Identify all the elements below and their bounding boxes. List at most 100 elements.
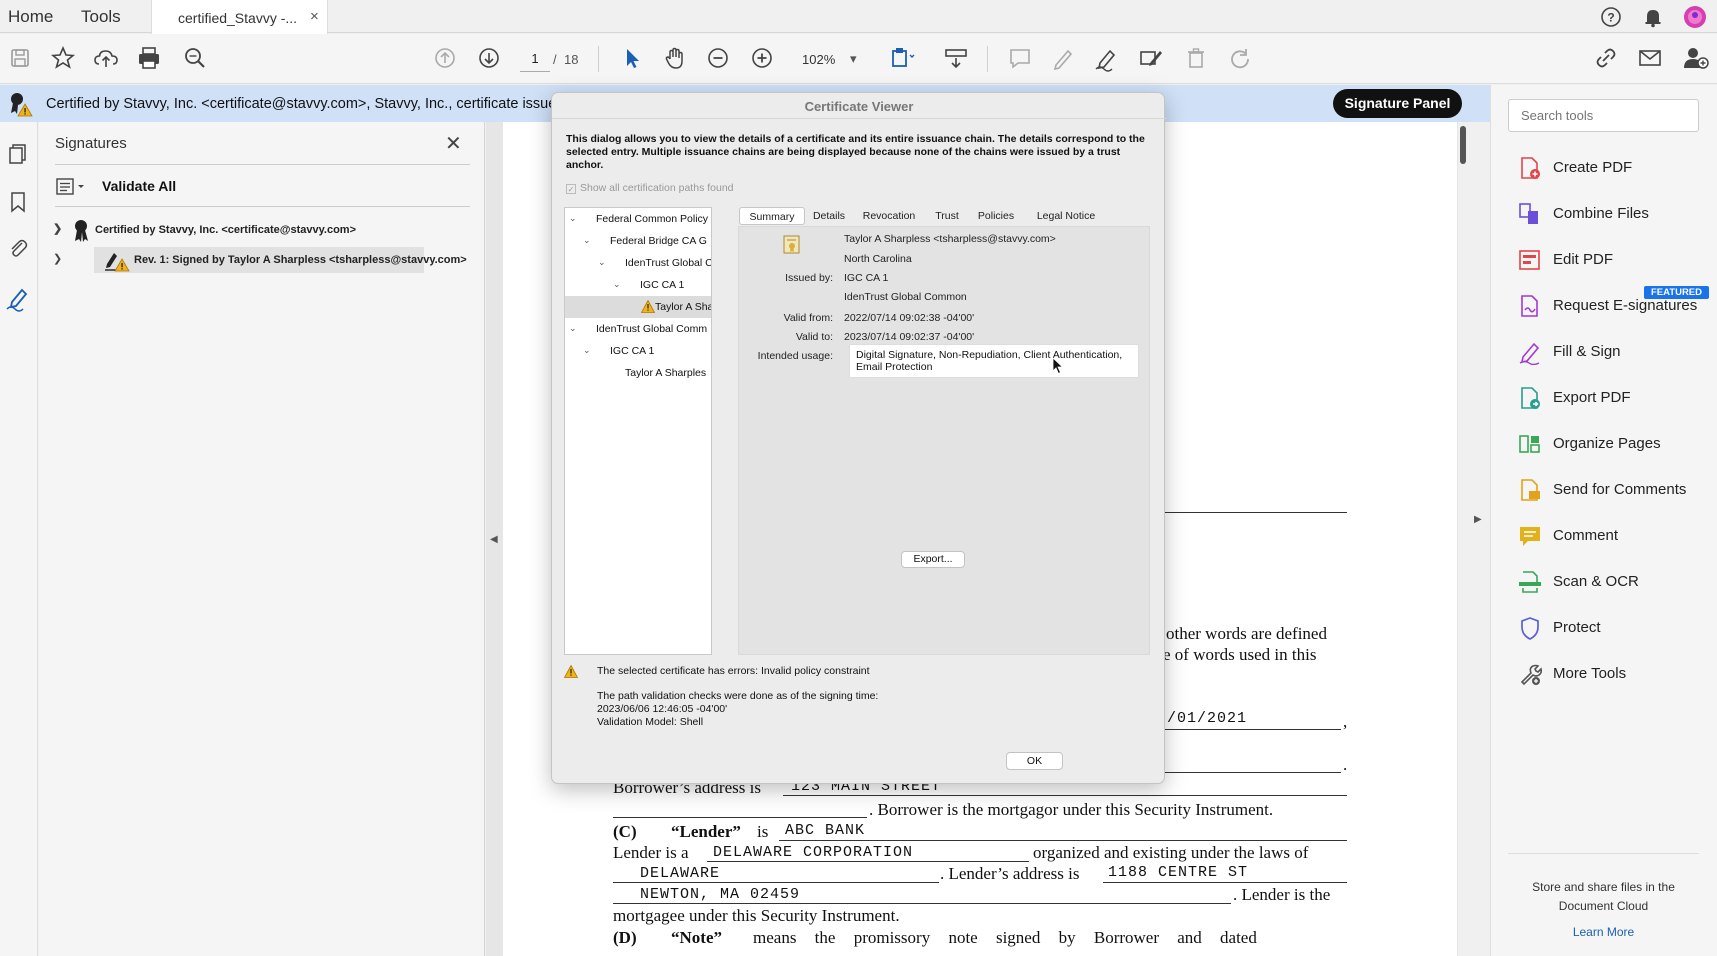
highlight-pen-icon[interactable]: [1047, 42, 1079, 74]
more-tools-wrench-icon: [1520, 664, 1543, 686]
attachment-paperclip-icon[interactable]: [6, 236, 30, 260]
tree-node-label: Federal Bridge CA G: [610, 235, 707, 247]
chevron-right-icon[interactable]: ❯: [53, 252, 62, 265]
learn-more-link[interactable]: Learn More: [1508, 925, 1699, 939]
signature-row-certified[interactable]: ❯ Certified by Stavvy, Inc. <certificate…: [49, 217, 464, 243]
tool-combine-files[interactable]: Combine Files: [1517, 199, 1717, 229]
tree-node[interactable]: ⌄ IdenTrust Global Comm: [565, 318, 711, 340]
tree-node[interactable]: ⌄ IGC CA 1: [565, 274, 711, 296]
page-thumbnails-icon[interactable]: [6, 142, 30, 166]
show-all-paths-checkbox[interactable]: ✓ Show all certification paths found: [566, 182, 734, 194]
comment-icon[interactable]: [1004, 42, 1036, 74]
document-scrollbar[interactable]: [1458, 122, 1468, 956]
select-cursor-icon[interactable]: [616, 42, 648, 74]
tab-summary[interactable]: Summary: [739, 207, 805, 225]
tool-more-tools[interactable]: More Tools: [1517, 659, 1717, 689]
previous-page-icon[interactable]: [429, 42, 461, 74]
home-tab[interactable]: Home: [8, 7, 53, 27]
tree-node-label: Taylor A Sha: [655, 301, 712, 313]
document-tab-title: certified_Stavvy -...: [178, 10, 298, 26]
zoom-out-icon[interactable]: [702, 42, 734, 74]
tools-tab[interactable]: Tools: [81, 7, 121, 27]
document-tab[interactable]: certified_Stavvy -... ×: [151, 0, 328, 36]
signatures-rail-button[interactable]: [0, 280, 38, 314]
edit-text-icon[interactable]: [1135, 42, 1167, 74]
field-underline: [613, 903, 1231, 904]
tool-send-for-comments[interactable]: Send for Comments: [1517, 475, 1717, 505]
next-page-icon[interactable]: [473, 42, 505, 74]
doc-text-line: . Lender’s address is: [940, 864, 1080, 883]
panel-collapse-gutter[interactable]: ◀: [486, 122, 503, 956]
tab-legal-notice[interactable]: Legal Notice: [1025, 207, 1107, 225]
share-people-icon[interactable]: [1679, 42, 1711, 74]
zoom-in-icon[interactable]: [746, 42, 778, 74]
delete-trash-icon[interactable]: [1180, 42, 1212, 74]
tool-export-pdf[interactable]: Export PDF: [1517, 383, 1717, 413]
top-tab-bar: Home Tools certified_Stavvy -... × ?: [0, 0, 1717, 36]
notifications-bell-icon[interactable]: [1642, 6, 1664, 28]
chevron-down-icon[interactable]: ⌄: [598, 257, 606, 268]
save-icon[interactable]: [4, 42, 36, 74]
tree-node[interactable]: Taylor A Sharples: [565, 362, 711, 384]
doc-text-line: other words are defined: [1166, 624, 1327, 643]
tab-trust[interactable]: Trust: [927, 207, 967, 225]
tree-node[interactable]: ⌄ IdenTrust Global C: [565, 252, 711, 274]
expand-right-icon[interactable]: ▶: [1474, 514, 1482, 525]
scroll-mode-icon[interactable]: [940, 42, 972, 74]
scan-ocr-icon: [1519, 571, 1541, 593]
bookmark-icon[interactable]: [6, 190, 30, 214]
user-avatar[interactable]: [1683, 5, 1707, 29]
page-number-input[interactable]: 1: [520, 46, 550, 72]
doc-term: “Note”: [671, 928, 722, 947]
tab-revocation[interactable]: Revocation: [855, 207, 923, 225]
tree-node[interactable]: ⌄ Federal Common Policy: [565, 208, 711, 230]
print-icon[interactable]: [133, 42, 165, 74]
link-share-icon[interactable]: [1590, 42, 1622, 74]
signature-panel-button[interactable]: Signature Panel: [1333, 89, 1462, 118]
email-icon[interactable]: [1634, 42, 1666, 74]
chevron-down-icon[interactable]: ⌄: [613, 279, 621, 290]
tool-organize-pages[interactable]: Organize Pages: [1517, 429, 1717, 459]
help-icon[interactable]: ?: [1600, 6, 1622, 28]
star-icon[interactable]: [47, 42, 79, 74]
zoom-search-icon[interactable]: [179, 42, 211, 74]
tool-protect[interactable]: Protect: [1517, 613, 1717, 643]
tab-details[interactable]: Details: [807, 207, 851, 225]
tool-comment[interactable]: Comment: [1517, 521, 1717, 551]
tree-node[interactable]: ⌄ Federal Bridge CA G: [565, 230, 711, 252]
tree-node[interactable]: ⌄ IGC CA 1: [565, 340, 711, 362]
tree-node-selected[interactable]: Taylor A Sha: [565, 296, 712, 318]
svg-text:?: ?: [1607, 11, 1614, 25]
tool-fill-sign[interactable]: Fill & Sign: [1517, 337, 1717, 367]
tab-policies[interactable]: Policies: [971, 207, 1021, 225]
fit-page-icon[interactable]: [884, 42, 916, 74]
export-button[interactable]: Export...: [901, 551, 965, 568]
chevron-right-icon[interactable]: ❯: [53, 222, 62, 235]
close-tab-icon[interactable]: ×: [310, 8, 319, 25]
signature-row-revision-1[interactable]: Rev. 1: Signed by Taylor A Sharpless <ts…: [94, 247, 467, 273]
tool-edit-pdf[interactable]: Edit PDF: [1517, 245, 1717, 275]
sign-pen-icon[interactable]: [1091, 42, 1123, 74]
chevron-down-icon[interactable]: ⌄: [583, 235, 591, 246]
warning-icon: [563, 664, 579, 678]
zoom-level-dropdown[interactable]: 102% ▾: [793, 44, 863, 74]
certificate-chain-tree[interactable]: ⌄ Federal Common Policy ⌄ Federal Bridge…: [564, 207, 712, 655]
tool-create-pdf[interactable]: Create PDF: [1517, 153, 1717, 183]
ok-button[interactable]: OK: [1006, 752, 1063, 770]
scrollbar-thumb[interactable]: [1460, 126, 1466, 164]
chevron-down-icon[interactable]: ⌄: [583, 345, 591, 356]
validate-all-button[interactable]: Validate All: [102, 178, 176, 194]
hand-tool-icon[interactable]: [659, 42, 691, 74]
options-menu-icon[interactable]: [55, 177, 91, 197]
close-panel-icon[interactable]: ✕: [445, 131, 462, 156]
signing-time-text: 2023/06/06 12:46:05 -04'00': [597, 703, 728, 715]
rotate-icon[interactable]: [1224, 42, 1256, 74]
doc-text-line: is: [757, 822, 769, 841]
upload-cloud-icon[interactable]: [90, 42, 122, 74]
search-tools-input[interactable]: [1508, 99, 1699, 132]
tool-scan-ocr[interactable]: Scan & OCR: [1517, 567, 1717, 597]
chevron-down-icon[interactable]: ⌄: [569, 323, 577, 334]
collapse-left-icon[interactable]: ◀: [490, 534, 498, 545]
request-signatures-icon: [1521, 295, 1538, 317]
chevron-down-icon[interactable]: ⌄: [569, 213, 577, 224]
